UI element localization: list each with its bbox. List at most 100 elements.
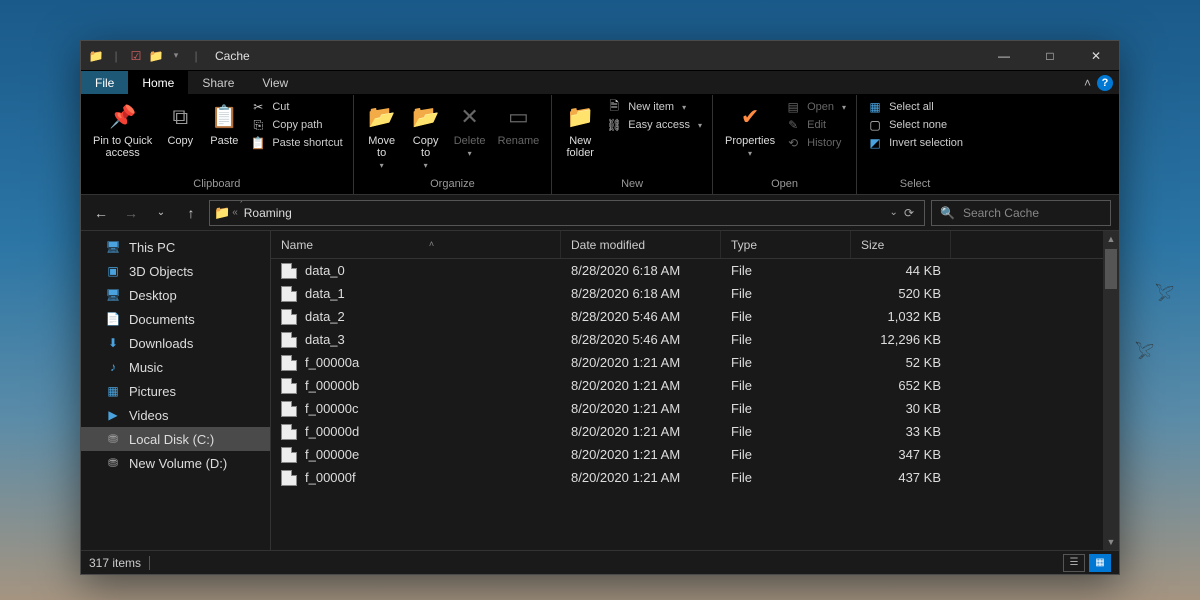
sidebar-item[interactable]: 📄Documents — [81, 307, 270, 331]
help-icon[interactable]: ? — [1097, 75, 1113, 91]
qat-newfolder-icon[interactable]: 📁 — [147, 47, 165, 65]
table-row[interactable]: data_2 8/28/2020 5:46 AM File 1,032 KB — [271, 305, 1119, 328]
pasteshortcut-icon: 📋 — [250, 135, 266, 151]
paste-button[interactable]: 📋 Paste — [202, 97, 246, 151]
view-thumbnails-button[interactable]: ▦ — [1089, 554, 1111, 572]
tab-view[interactable]: View — [248, 71, 302, 94]
file-type: File — [721, 309, 851, 324]
sidebar-item[interactable]: 🖥This PC — [81, 235, 270, 259]
open-button[interactable]: ▤Open▾ — [785, 99, 846, 115]
maximize-button[interactable]: □ — [1027, 41, 1073, 71]
table-row[interactable]: f_00000e 8/20/2020 1:21 AM File 347 KB — [271, 443, 1119, 466]
sidebar-item[interactable]: ⬇Downloads — [81, 331, 270, 355]
table-row[interactable]: data_0 8/28/2020 6:18 AM File 44 KB — [271, 259, 1119, 282]
close-button[interactable]: ✕ — [1073, 41, 1119, 71]
breadcrumb-segment[interactable]: Roaming — [240, 206, 297, 220]
tab-home[interactable]: Home — [128, 71, 188, 94]
sidebar-item[interactable]: 🖥Desktop — [81, 283, 270, 307]
vertical-scrollbar[interactable]: ▲ ▼ — [1103, 231, 1119, 550]
sidebar-item[interactable]: ▶Videos — [81, 403, 270, 427]
sidebar-item[interactable]: ▦Pictures — [81, 379, 270, 403]
qat-properties-icon[interactable]: ☑ — [127, 47, 145, 65]
ribbon-group-new: 📁 New folder 🗎New item▾ ⛓Easy access▾ Ne… — [552, 95, 713, 194]
table-row[interactable]: f_00000c 8/20/2020 1:21 AM File 30 KB — [271, 397, 1119, 420]
refresh-icon[interactable]: ⟳ — [904, 206, 914, 220]
view-details-button[interactable]: ☰ — [1063, 554, 1085, 572]
search-input[interactable]: 🔍 Search Cache — [931, 200, 1111, 226]
edit-button[interactable]: ✎Edit — [785, 117, 846, 133]
column-size[interactable]: Size — [851, 231, 951, 258]
chevron-down-icon: ▾ — [842, 103, 846, 112]
delete-button[interactable]: ✕ Delete ▾ — [448, 97, 492, 162]
column-type[interactable]: Type — [721, 231, 851, 258]
pin-to-quick-access-button[interactable]: 📌 Pin to Quick access — [87, 97, 158, 163]
sidebar-item[interactable]: ⛃Local Disk (C:) — [81, 427, 270, 451]
scroll-down-icon[interactable]: ▼ — [1103, 534, 1119, 550]
sidebar-item-label: New Volume (D:) — [129, 456, 227, 471]
file-date: 8/20/2020 1:21 AM — [561, 355, 721, 370]
history-button[interactable]: ⟲History — [785, 135, 846, 151]
ribbon-group-select: ▦Select all ▢Select none ◩Invert selecti… — [857, 95, 973, 194]
scroll-up-icon[interactable]: ▲ — [1103, 231, 1119, 247]
move-to-button[interactable]: 📂 Move to ▾ — [360, 97, 404, 174]
sidebar-item-label: 3D Objects — [129, 264, 193, 279]
chevron-down-icon: ▾ — [748, 149, 752, 158]
sidebar-item-label: This PC — [129, 240, 175, 255]
rename-icon: ▭ — [502, 101, 534, 133]
status-count: 317 items — [89, 556, 141, 570]
copy-path-button[interactable]: ⎘Copy path — [250, 117, 342, 133]
table-row[interactable]: data_1 8/28/2020 6:18 AM File 520 KB — [271, 282, 1119, 305]
table-row[interactable]: f_00000a 8/20/2020 1:21 AM File 52 KB — [271, 351, 1119, 374]
ribbon-tabs: File Home Share View ˄ ? — [81, 71, 1119, 95]
nav-up-button[interactable]: ↑ — [179, 201, 203, 225]
moveto-icon: 📂 — [366, 101, 398, 133]
nav-back-button[interactable]: ← — [89, 201, 113, 225]
scroll-thumb[interactable] — [1105, 249, 1117, 289]
select-none-button[interactable]: ▢Select none — [867, 117, 963, 133]
sidebar-item[interactable]: ⛃ New Volume (D:) — [81, 451, 270, 475]
nav-forward-button[interactable]: → — [119, 201, 143, 225]
new-folder-button[interactable]: 📁 New folder — [558, 97, 602, 163]
tab-file[interactable]: File — [81, 71, 128, 94]
sidebar: 🖥This PC▣3D Objects🖥Desktop📄Documents⬇Do… — [81, 231, 271, 550]
breadcrumb[interactable]: 📁 « Users›fatiw›AppData›Roaming›Microsof… — [209, 200, 925, 226]
collapse-ribbon-icon[interactable]: ˄ — [1084, 76, 1091, 90]
tab-share[interactable]: Share — [188, 71, 248, 94]
open-icon: ▤ — [785, 99, 801, 115]
cut-button[interactable]: ✂Cut — [250, 99, 342, 115]
file-name: data_0 — [305, 263, 345, 278]
file-date: 8/28/2020 6:18 AM — [561, 286, 721, 301]
table-row[interactable]: f_00000d 8/20/2020 1:21 AM File 33 KB — [271, 420, 1119, 443]
paste-shortcut-button[interactable]: 📋Paste shortcut — [250, 135, 342, 151]
selectnone-icon: ▢ — [867, 117, 883, 133]
copypath-icon: ⎘ — [250, 117, 266, 133]
properties-button[interactable]: ✔ Properties ▾ — [719, 97, 781, 162]
column-name[interactable]: Name˄ — [271, 231, 561, 258]
invert-selection-button[interactable]: ◩Invert selection — [867, 135, 963, 151]
file-type: File — [721, 424, 851, 439]
easy-access-button[interactable]: ⛓Easy access▾ — [606, 117, 702, 133]
copy-to-button[interactable]: 📂 Copy to ▾ — [404, 97, 448, 174]
table-row[interactable]: f_00000f 8/20/2020 1:21 AM File 437 KB — [271, 466, 1119, 489]
minimize-button[interactable]: ― — [981, 41, 1027, 71]
sidebar-item-icon: ⛃ — [105, 455, 121, 471]
nav-recent-dropdown[interactable]: ⌄ — [149, 201, 173, 225]
table-row[interactable]: data_3 8/28/2020 5:46 AM File 12,296 KB — [271, 328, 1119, 351]
qat-dropdown-icon[interactable]: ▾ — [167, 47, 185, 65]
sidebar-item-label: Documents — [129, 312, 195, 327]
ribbon-group-open: ✔ Properties ▾ ▤Open▾ ✎Edit ⟲History Ope… — [713, 95, 857, 194]
select-all-button[interactable]: ▦Select all — [867, 99, 963, 115]
copy-button[interactable]: ⧉ Copy — [158, 97, 202, 151]
sidebar-item-icon: 🖥 — [105, 287, 121, 303]
table-row[interactable]: f_00000b 8/20/2020 1:21 AM File 652 KB — [271, 374, 1119, 397]
ribbon-group-organize: 📂 Move to ▾ 📂 Copy to ▾ ✕ Delete ▾ ▭ Ren… — [354, 95, 553, 194]
sidebar-item[interactable]: ♪Music — [81, 355, 270, 379]
sort-ascending-icon: ˄ — [429, 239, 434, 249]
sidebar-item[interactable]: ▣3D Objects — [81, 259, 270, 283]
file-name: f_00000d — [305, 424, 359, 439]
rename-button[interactable]: ▭ Rename — [492, 97, 546, 151]
new-item-button[interactable]: 🗎New item▾ — [606, 99, 702, 115]
breadcrumb-dropdown-icon[interactable]: ⌄ — [890, 207, 898, 218]
column-date[interactable]: Date modified — [561, 231, 721, 258]
ribbon-group-label: Clipboard — [87, 176, 347, 194]
